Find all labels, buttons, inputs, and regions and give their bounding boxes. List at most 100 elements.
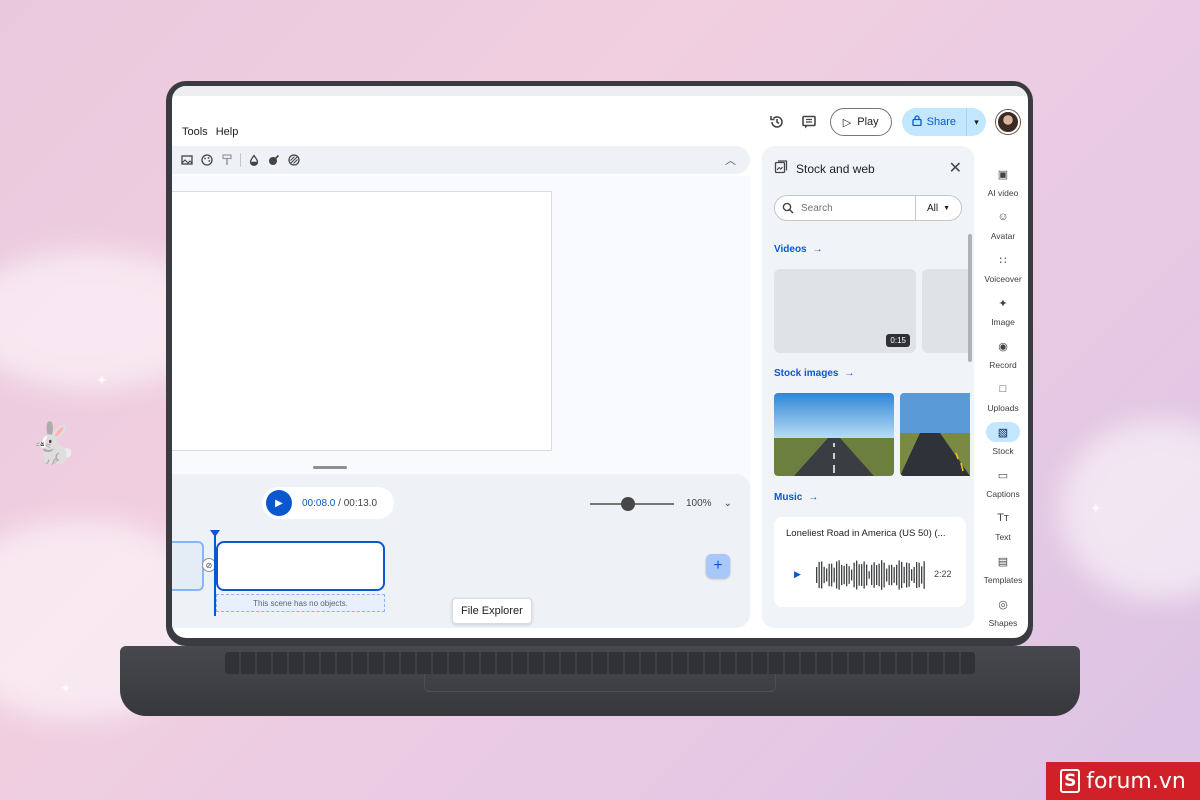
rail-item-label: Record (989, 360, 1017, 370)
play-button[interactable]: ▷ Play (829, 108, 892, 136)
rail-item-templates[interactable]: ▤ Templates (980, 551, 1026, 586)
share-options-caret-icon[interactable]: ▾ (966, 108, 986, 136)
avatar[interactable] (996, 110, 1020, 134)
resize-handle[interactable] (313, 466, 347, 469)
rail-item-uploads[interactable]: □ Uploads (980, 379, 1026, 413)
sparkle-icon: ✦ (1090, 500, 1102, 516)
stock-image-road[interactable] (774, 393, 894, 476)
share-button-label: Share (926, 116, 956, 128)
stock-panel-header: Stock and web (774, 160, 875, 177)
stock-video-tile[interactable]: 0:15 (774, 269, 916, 353)
stock-images-section-link[interactable]: Stock images → (774, 368, 854, 379)
stock-image-road[interactable] (900, 393, 970, 476)
search-icon (775, 202, 801, 214)
music-duration: 2:22 (934, 569, 952, 579)
rail-item-ai-video[interactable]: ▣ AI video (980, 164, 1026, 199)
zoom-control: 100% ⌄ (590, 496, 732, 511)
background-icon[interactable] (180, 153, 194, 167)
stock-search-box: All ▼ (774, 195, 962, 221)
play-icon: ▷ (842, 116, 852, 129)
sparkle-icon: ✦ (96, 372, 108, 388)
palette-icon[interactable] (200, 153, 214, 167)
voiceover-icon: ∷ (999, 254, 1007, 267)
image-icon: ✦ (998, 297, 1008, 310)
menu-tools[interactable]: Tools (182, 126, 208, 138)
panel-scrollbar[interactable] (968, 234, 972, 362)
rail-item-label: Image (991, 317, 1015, 327)
app-screen: Tools Help ▷ Play Share ▾ ︿ ▶ 00:08.0 / … (172, 86, 1028, 638)
lock-icon (911, 115, 922, 129)
rail-item-label: Text (995, 532, 1011, 542)
zoom-level[interactable]: 100% (686, 498, 712, 509)
empty-scene-note: This scene has no objects. (216, 594, 385, 612)
rail-item-label: Stock (992, 446, 1014, 456)
rail-item-captions[interactable]: ▭ Captions (980, 465, 1026, 500)
text-icon: Tᴛ (997, 512, 1009, 524)
caret-down-icon: ▼ (943, 204, 951, 212)
history-icon[interactable] (766, 111, 788, 133)
paint-format-icon[interactable] (220, 153, 234, 167)
arrow-right-icon: → (808, 492, 819, 503)
toolbar-divider (240, 153, 241, 167)
border-color-icon[interactable] (267, 153, 281, 167)
stock-panel-title: Stock and web (796, 161, 875, 176)
waveform-icon (816, 560, 925, 590)
arrow-right-icon: → (844, 368, 855, 379)
share-button[interactable]: Share (902, 108, 966, 136)
stock-and-web-panel: Stock and web ✕ All ▼ Videos → 0:15 Stoc… (762, 146, 974, 628)
stock-video-tile[interactable] (922, 269, 968, 353)
menu-help[interactable]: Help (216, 126, 239, 138)
brand-name: forum.vn (1086, 768, 1186, 794)
filter-dropdown[interactable]: All ▼ (915, 196, 961, 220)
rail-item-text[interactable]: Tᴛ Text (980, 508, 1026, 542)
record-icon: ◉ (998, 340, 1008, 353)
share-button-group: Share ▾ (901, 108, 986, 136)
zoom-dropdown-chevron-icon[interactable]: ⌄ (724, 498, 732, 509)
rail-item-label: Voiceover (984, 274, 1022, 284)
close-icon[interactable]: ✕ (949, 158, 962, 178)
search-input[interactable] (801, 202, 915, 214)
ai-video-icon: ▣ (997, 168, 1009, 181)
captions-icon: ▭ (997, 469, 1009, 482)
topbar-actions: ▷ Play Share ▾ (766, 108, 1020, 136)
music-play-icon[interactable]: ▶ (794, 569, 801, 580)
videos-section-link[interactable]: Videos → (774, 244, 823, 255)
total-time: / 00:13.0 (338, 497, 378, 509)
slide-canvas[interactable] (172, 191, 552, 451)
folder-icon: □ (999, 383, 1007, 395)
fill-color-icon[interactable] (247, 153, 261, 167)
current-time: 00:08.0 (302, 497, 336, 509)
playhead-marker-icon[interactable] (210, 530, 220, 537)
rail-item-record[interactable]: ◉ Record (980, 336, 1026, 371)
rail-item-voiceover[interactable]: ∷ Voiceover (980, 250, 1026, 285)
music-section-label: Music (774, 492, 803, 503)
rail-item-shapes[interactable]: ◎ Shapes (980, 594, 1026, 629)
video-duration: 0:15 (886, 334, 910, 347)
rail-item-avatar[interactable]: ☺ Avatar (980, 207, 1026, 241)
scene-thumbnail-current[interactable] (216, 541, 385, 591)
laptop-keyboard (225, 652, 975, 674)
timeline-play-icon[interactable]: ▶ (266, 490, 292, 516)
rail-item-stock[interactable]: ▧ Stock (980, 422, 1026, 456)
rail-item-label: Templates (983, 575, 1023, 585)
scene-thumbnail-previous[interactable] (172, 541, 204, 591)
comment-icon[interactable] (798, 111, 820, 133)
music-track-card[interactable]: Loneliest Road in America (US 50) (... ▶… (774, 517, 966, 607)
rail-item-image[interactable]: ✦ Image (980, 293, 1026, 328)
border-dash-icon[interactable] (287, 153, 301, 167)
arrow-right-icon: → (812, 244, 823, 255)
file-explorer-tooltip: File Explorer (452, 598, 532, 624)
brand-watermark: S forum.vn (1046, 762, 1200, 800)
templates-icon: ▤ (997, 555, 1009, 568)
zoom-slider[interactable] (590, 496, 674, 511)
browser-tab-strip (172, 86, 1028, 96)
filter-dropdown-label: All (926, 202, 939, 214)
brand-logo-icon: S (1060, 769, 1081, 793)
collapse-toolbar-chevron-icon[interactable]: ︿ (725, 152, 736, 168)
music-section-link[interactable]: Music → (774, 492, 818, 503)
avatar-icon: ☺ (997, 211, 1009, 223)
zoom-slider-thumb[interactable] (620, 496, 635, 511)
rail-item-label: Captions (986, 489, 1020, 499)
add-scene-button[interactable]: + (706, 554, 730, 578)
music-title: Loneliest Road in America (US 50) (... (786, 528, 946, 539)
